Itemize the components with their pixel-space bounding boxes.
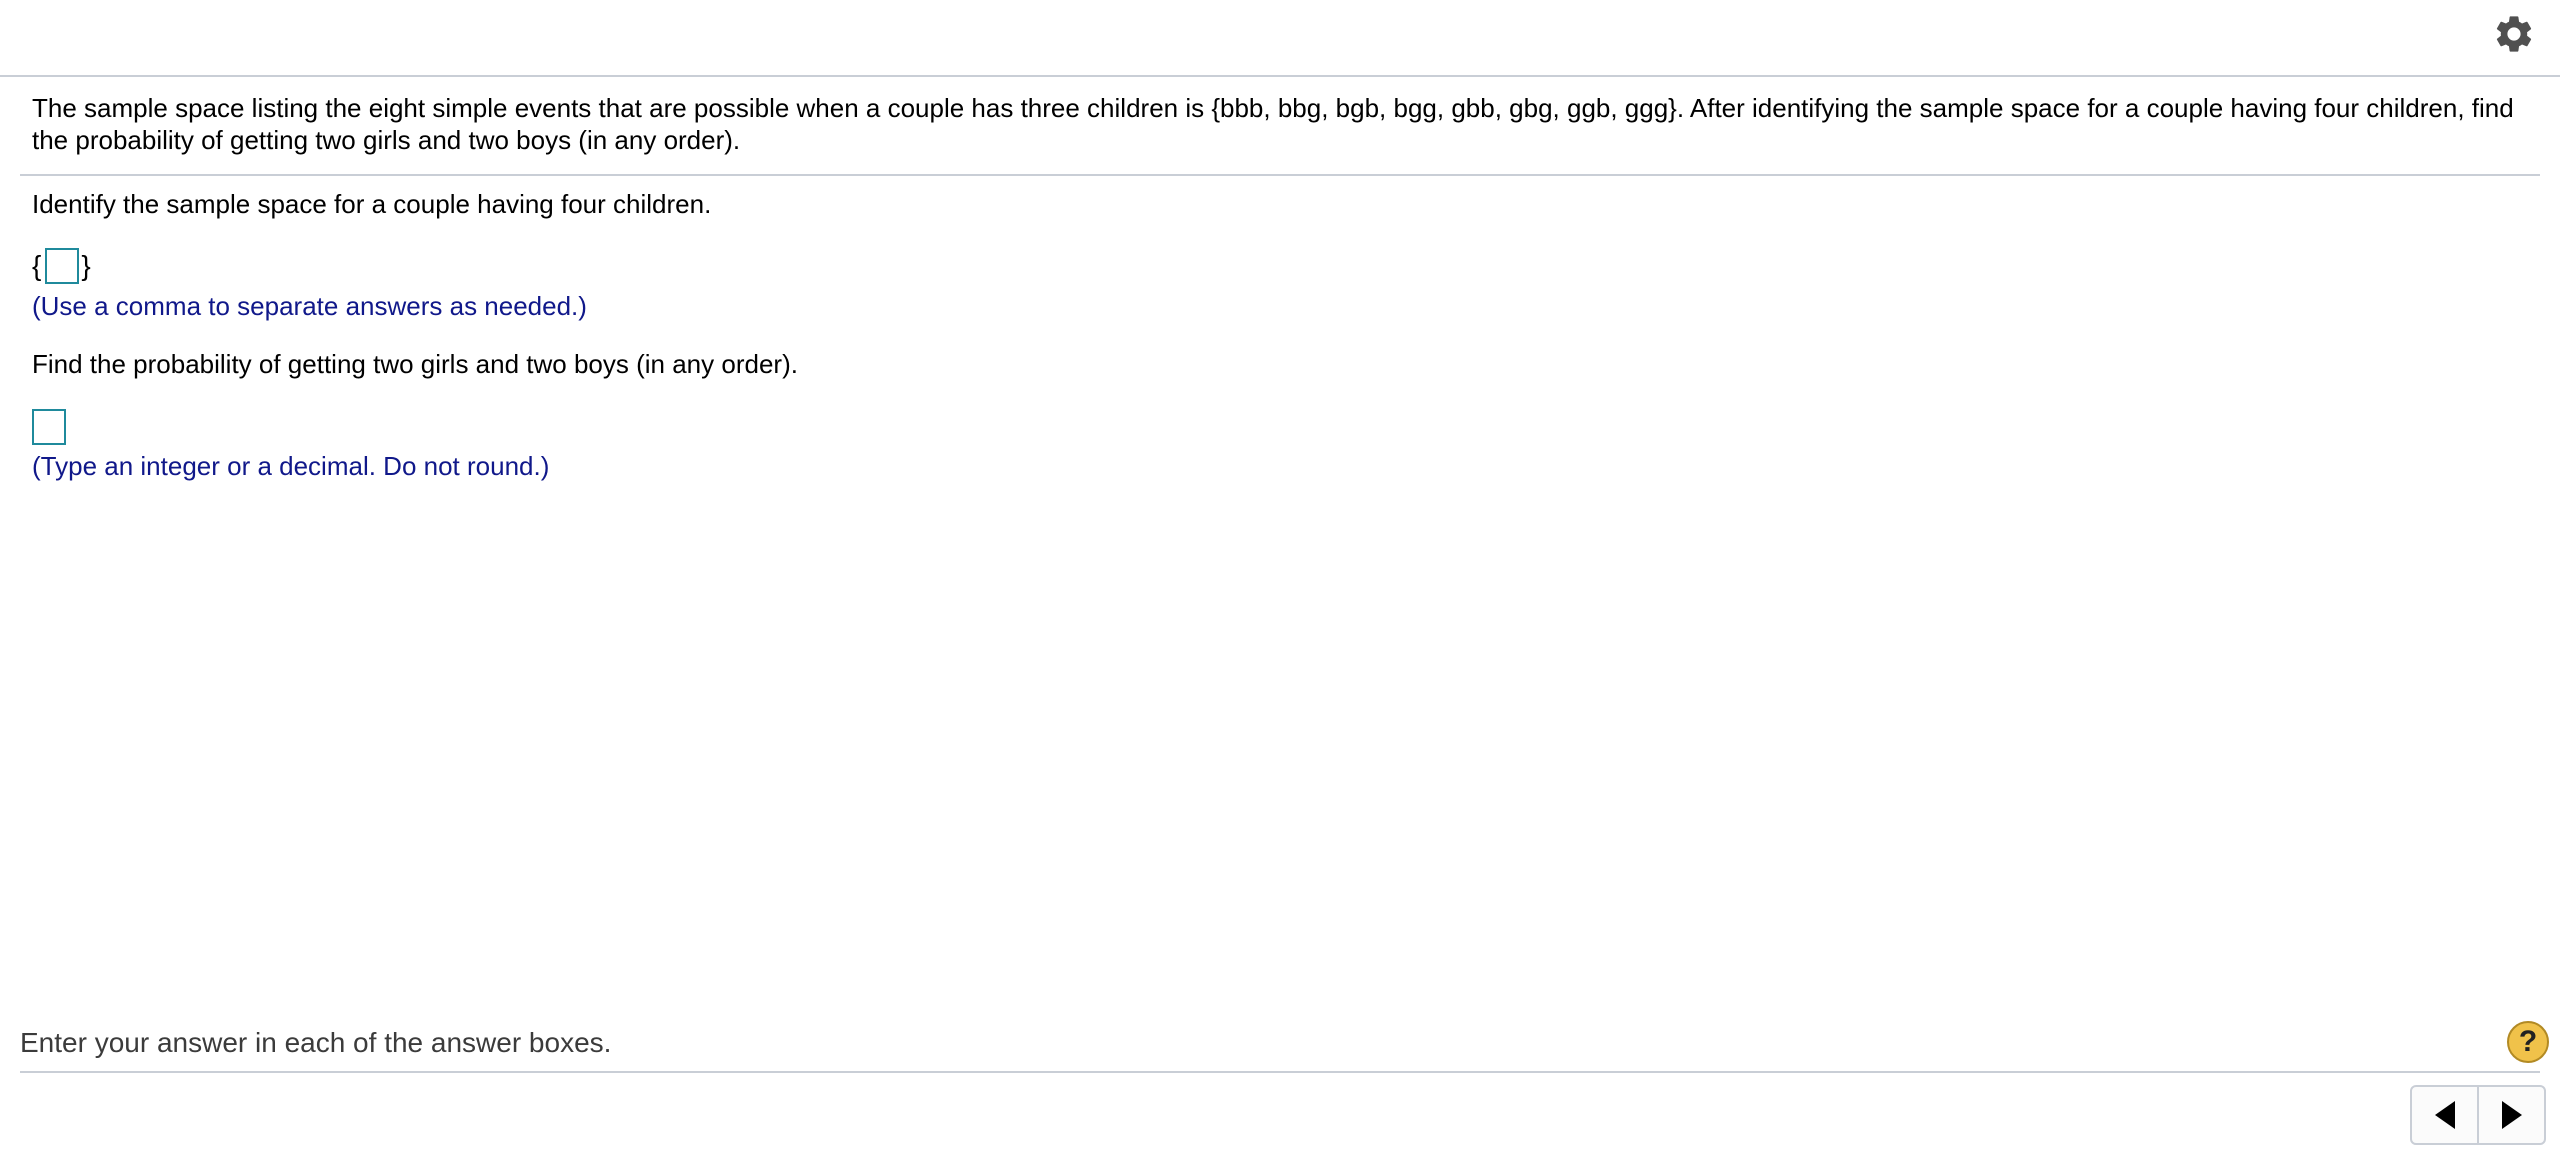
close-brace: } [81, 250, 91, 281]
sample-space-answer-row: { } [32, 246, 91, 286]
next-button[interactable] [2477, 1087, 2544, 1143]
footer-divider [20, 1071, 2540, 1073]
probability-answer-row [32, 409, 66, 445]
part2-prompt: Find the probability of getting two girl… [32, 349, 798, 379]
question-nav [2410, 1085, 2546, 1145]
question-stem: The sample space listing the eight simpl… [32, 93, 2514, 155]
footer-instruction: Enter your answer in each of the answer … [20, 1027, 612, 1058]
part1-hint: (Use a comma to separate answers as need… [32, 291, 587, 321]
stem-divider [20, 174, 2540, 176]
question-page: The sample space listing the eight simpl… [0, 0, 2560, 1157]
probability-answer-box[interactable] [32, 409, 66, 445]
part2-hint: (Type an integer or a decimal. Do not ro… [32, 451, 550, 481]
triangle-right-icon [2501, 1101, 2522, 1129]
triangle-left-icon [2434, 1101, 2455, 1129]
sample-space-answer-box[interactable] [45, 248, 80, 284]
previous-button[interactable] [2412, 1087, 2477, 1143]
gear-icon[interactable] [2492, 12, 2536, 56]
top-toolbar [0, 0, 2560, 77]
part1-prompt: Identify the sample space for a couple h… [32, 189, 712, 219]
open-brace: { [32, 250, 42, 281]
help-button[interactable]: ? [2507, 1021, 2549, 1063]
question-mark-icon: ? [2518, 1025, 2538, 1058]
